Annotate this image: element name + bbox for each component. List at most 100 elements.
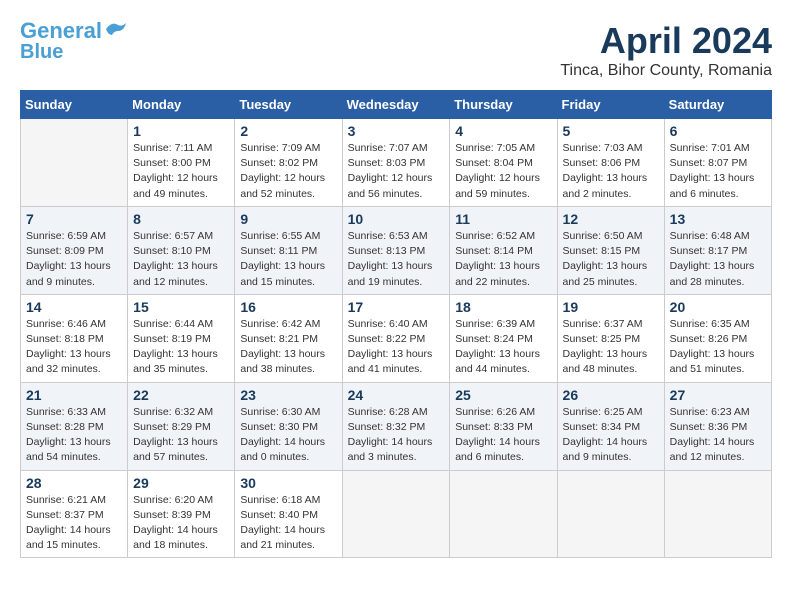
day-number: 21 [26, 387, 122, 403]
day-info: Sunrise: 6:40 AM Sunset: 8:22 PM Dayligh… [348, 317, 445, 378]
calendar-cell: 23Sunrise: 6:30 AM Sunset: 8:30 PM Dayli… [235, 382, 342, 470]
calendar-cell: 29 Sunrise: 6:20 AM Sunset: 8:39 PM Dayli… [128, 470, 235, 558]
calendar-cell: 10 Sunrise: 6:53 AM Sunset: 8:13 PM Dayli… [342, 206, 450, 294]
calendar-cell: 9 Sunrise: 6:55 AM Sunset: 8:11 PM Daylig… [235, 206, 342, 294]
day-info: Sunrise: 6:42 AM Sunset: 8:21 PM Dayligh… [240, 317, 336, 378]
calendar-cell: 22 Sunrise: 6:32 AM Sunset: 8:29 PM Dayli… [128, 382, 235, 470]
calendar-cell: 7Sunrise: 6:59 AM Sunset: 8:09 PM Daylig… [21, 206, 128, 294]
calendar-cell: 11 Sunrise: 6:52 AM Sunset: 8:14 PM Dayli… [450, 206, 557, 294]
day-number: 10 [348, 211, 445, 227]
calendar-cell: 14 Sunrise: 6:46 AM Sunset: 8:18 PM Dayli… [21, 294, 128, 382]
calendar-cell: 19Sunrise: 6:37 AM Sunset: 8:25 PM Dayli… [557, 294, 664, 382]
day-info: Sunrise: 6:33 AM Sunset: 8:28 PM Dayligh… [26, 405, 122, 466]
location: Tinca, Bihor County, Romania [560, 62, 772, 80]
weekday-header-tuesday: Tuesday [235, 91, 342, 119]
calendar-week-1: 1 Sunrise: 7:11 AM Sunset: 8:00 PM Daylig… [21, 119, 772, 207]
calendar-cell: 24Sunrise: 6:28 AM Sunset: 8:32 PM Dayli… [342, 382, 450, 470]
day-info: Sunrise: 6:50 AM Sunset: 8:15 PM Dayligh… [563, 229, 659, 290]
calendar-cell: 25Sunrise: 6:26 AM Sunset: 8:33 PM Dayli… [450, 382, 557, 470]
calendar-cell: 30 Sunrise: 6:18 AM Sunset: 8:40 PM Dayli… [235, 470, 342, 558]
day-info: Sunrise: 6:48 AM Sunset: 8:17 PM Dayligh… [670, 229, 766, 290]
day-number: 1 [133, 123, 229, 139]
calendar-cell [450, 470, 557, 558]
calendar-cell [557, 470, 664, 558]
calendar-header-row: SundayMondayTuesdayWednesdayThursdayFrid… [21, 91, 772, 119]
day-number: 3 [348, 123, 445, 139]
day-info: Sunrise: 6:44 AM Sunset: 8:19 PM Dayligh… [133, 317, 229, 378]
calendar-table: SundayMondayTuesdayWednesdayThursdayFrid… [20, 90, 772, 558]
day-info: Sunrise: 7:03 AM Sunset: 8:06 PM Dayligh… [563, 141, 659, 202]
day-info: Sunrise: 6:53 AM Sunset: 8:13 PM Dayligh… [348, 229, 445, 290]
day-number: 16 [240, 299, 336, 315]
day-number: 20 [670, 299, 766, 315]
weekday-header-wednesday: Wednesday [342, 91, 450, 119]
weekday-header-friday: Friday [557, 91, 664, 119]
weekday-header-thursday: Thursday [450, 91, 557, 119]
day-info: Sunrise: 7:11 AM Sunset: 8:00 PM Dayligh… [133, 141, 229, 202]
logo-bird-icon [104, 21, 126, 37]
weekday-header-sunday: Sunday [21, 91, 128, 119]
title-block: April 2024 Tinca, Bihor County, Romania [560, 20, 772, 80]
logo-general: General [20, 18, 102, 43]
day-number: 22 [133, 387, 229, 403]
day-info: Sunrise: 6:46 AM Sunset: 8:18 PM Dayligh… [26, 317, 122, 378]
day-number: 11 [455, 211, 551, 227]
day-info: Sunrise: 7:01 AM Sunset: 8:07 PM Dayligh… [670, 141, 766, 202]
day-info: Sunrise: 6:52 AM Sunset: 8:14 PM Dayligh… [455, 229, 551, 290]
logo: General Blue [20, 20, 126, 62]
calendar-cell: 12 Sunrise: 6:50 AM Sunset: 8:15 PM Dayli… [557, 206, 664, 294]
calendar-cell [342, 470, 450, 558]
day-number: 7 [26, 211, 122, 227]
calendar-week-2: 7Sunrise: 6:59 AM Sunset: 8:09 PM Daylig… [21, 206, 772, 294]
day-number: 19 [563, 299, 659, 315]
calendar-cell: 8Sunrise: 6:57 AM Sunset: 8:10 PM Daylig… [128, 206, 235, 294]
calendar-week-5: 28 Sunrise: 6:21 AM Sunset: 8:37 PM Dayli… [21, 470, 772, 558]
day-info: Sunrise: 7:09 AM Sunset: 8:02 PM Dayligh… [240, 141, 336, 202]
day-info: Sunrise: 7:05 AM Sunset: 8:04 PM Dayligh… [455, 141, 551, 202]
calendar-cell: 15 Sunrise: 6:44 AM Sunset: 8:19 PM Dayli… [128, 294, 235, 382]
day-number: 18 [455, 299, 551, 315]
calendar-cell: 4 Sunrise: 7:05 AM Sunset: 8:04 PM Daylig… [450, 119, 557, 207]
day-info: Sunrise: 6:20 AM Sunset: 8:39 PM Dayligh… [133, 493, 229, 554]
calendar-cell: 1 Sunrise: 7:11 AM Sunset: 8:00 PM Daylig… [128, 119, 235, 207]
day-number: 30 [240, 475, 336, 491]
day-number: 13 [670, 211, 766, 227]
calendar-cell: 20 Sunrise: 6:35 AM Sunset: 8:26 PM Dayli… [664, 294, 771, 382]
day-info: Sunrise: 6:39 AM Sunset: 8:24 PM Dayligh… [455, 317, 551, 378]
calendar-cell: 6 Sunrise: 7:01 AM Sunset: 8:07 PM Daylig… [664, 119, 771, 207]
day-number: 14 [26, 299, 122, 315]
day-number: 17 [348, 299, 445, 315]
day-info: Sunrise: 6:35 AM Sunset: 8:26 PM Dayligh… [670, 317, 766, 378]
day-info: Sunrise: 6:55 AM Sunset: 8:11 PM Dayligh… [240, 229, 336, 290]
day-info: Sunrise: 6:28 AM Sunset: 8:32 PM Dayligh… [348, 405, 445, 466]
day-number: 12 [563, 211, 659, 227]
day-number: 2 [240, 123, 336, 139]
calendar-cell: 5Sunrise: 7:03 AM Sunset: 8:06 PM Daylig… [557, 119, 664, 207]
day-info: Sunrise: 7:07 AM Sunset: 8:03 PM Dayligh… [348, 141, 445, 202]
calendar-cell: 27Sunrise: 6:23 AM Sunset: 8:36 PM Dayli… [664, 382, 771, 470]
calendar-cell: 16 Sunrise: 6:42 AM Sunset: 8:21 PM Dayli… [235, 294, 342, 382]
calendar-cell: 18 Sunrise: 6:39 AM Sunset: 8:24 PM Dayli… [450, 294, 557, 382]
day-info: Sunrise: 6:30 AM Sunset: 8:30 PM Dayligh… [240, 405, 336, 466]
logo-blue: Blue [20, 42, 63, 62]
month-year: April 2024 [560, 20, 772, 62]
day-number: 9 [240, 211, 336, 227]
calendar-week-3: 14 Sunrise: 6:46 AM Sunset: 8:18 PM Dayli… [21, 294, 772, 382]
calendar-cell: 3 Sunrise: 7:07 AM Sunset: 8:03 PM Daylig… [342, 119, 450, 207]
day-number: 29 [133, 475, 229, 491]
day-info: Sunrise: 6:32 AM Sunset: 8:29 PM Dayligh… [133, 405, 229, 466]
day-info: Sunrise: 6:25 AM Sunset: 8:34 PM Dayligh… [563, 405, 659, 466]
calendar-cell [21, 119, 128, 207]
page-header: General Blue April 2024 Tinca, Bihor Cou… [20, 20, 772, 80]
day-number: 28 [26, 475, 122, 491]
day-info: Sunrise: 6:26 AM Sunset: 8:33 PM Dayligh… [455, 405, 551, 466]
day-number: 4 [455, 123, 551, 139]
day-number: 15 [133, 299, 229, 315]
day-number: 6 [670, 123, 766, 139]
calendar-cell: 2 Sunrise: 7:09 AM Sunset: 8:02 PM Daylig… [235, 119, 342, 207]
day-info: Sunrise: 6:18 AM Sunset: 8:40 PM Dayligh… [240, 493, 336, 554]
calendar-cell: 28 Sunrise: 6:21 AM Sunset: 8:37 PM Dayli… [21, 470, 128, 558]
logo-text: General [20, 20, 102, 42]
day-info: Sunrise: 6:21 AM Sunset: 8:37 PM Dayligh… [26, 493, 122, 554]
calendar-cell: 13 Sunrise: 6:48 AM Sunset: 8:17 PM Dayli… [664, 206, 771, 294]
